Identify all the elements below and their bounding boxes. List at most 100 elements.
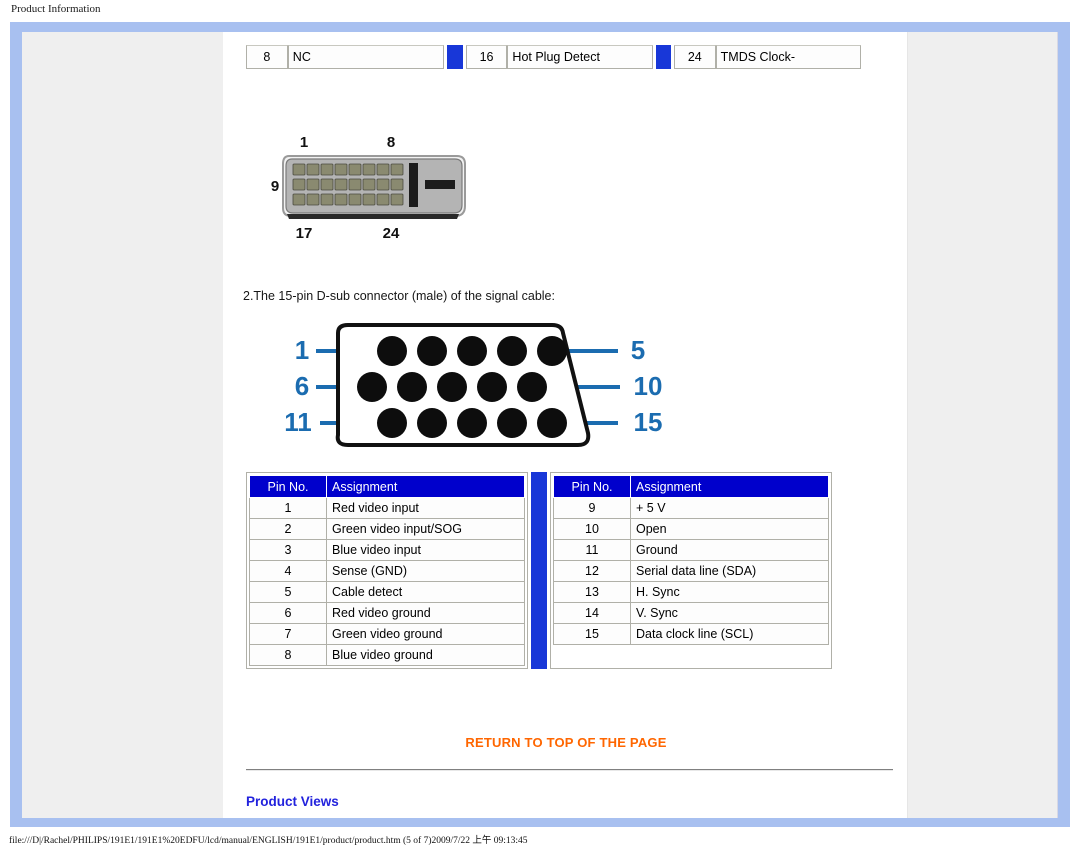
cell-pin-no: 2 — [249, 518, 327, 540]
section-divider — [246, 769, 893, 771]
pin-table-left-body: 1 Red video input 2 Green video input/SOG 3 B… — [249, 497, 525, 666]
section-heading-dsub: 2.The 15-pin D-sub connector (male) of t… — [243, 289, 555, 303]
cell-pin-no: 5 — [249, 581, 327, 603]
pin-table-right-wrapper: Pin No. Assignment 9 + 5 V 10 Open 11 Ground 1… — [550, 472, 832, 669]
cell-assignment: V. Sync — [630, 602, 829, 624]
table-row-empty — [553, 644, 829, 666]
dvi-pin-table-fragment: 8 NC 16 Hot Plug Detect 24 TMDS Clock- — [246, 45, 861, 69]
cell-pin-no: 15 — [553, 623, 631, 645]
cell-empty — [553, 644, 631, 666]
cell-assignment: Blue video ground — [326, 644, 525, 666]
cell-pin-no: 14 — [553, 602, 631, 624]
right-side-frame-inner — [908, 32, 1053, 818]
table-row: 12 Serial data line (SDA) — [553, 560, 829, 582]
cell-assignment: Open — [630, 518, 829, 540]
return-to-top-link[interactable]: RETURN TO TOP OF THE PAGE — [225, 735, 907, 750]
table-row: 10 Open — [553, 518, 829, 540]
cell-assignment: Green video ground — [326, 623, 525, 645]
dvi-pin-number: 16 — [465, 45, 508, 69]
dvi-pin-assignment: NC — [287, 45, 445, 69]
dvi-pin-assignment: Hot Plug Detect — [507, 45, 653, 69]
table-row: 11 Ground — [553, 539, 829, 561]
cell-pin-no: 6 — [249, 602, 327, 624]
cell-assignment: Blue video input — [326, 539, 525, 561]
table-separator — [531, 472, 547, 669]
dvi-connector-diagram: 1 8 9 17 24 — [267, 128, 487, 243]
cell-assignment: Ground — [630, 539, 829, 561]
header-assignment: Assignment — [326, 475, 525, 498]
dsub-connector-diagram: 1 5 6 10 11 15 — [280, 315, 670, 460]
table-header-row: Pin No. Assignment — [249, 475, 525, 498]
pin-table-left: Pin No. Assignment 1 Red video input 2 Gree… — [249, 475, 525, 666]
header-pin-no: Pin No. — [249, 475, 327, 498]
table-row: 2 Green video input/SOG — [249, 518, 525, 540]
header-pin-no: Pin No. — [553, 475, 631, 498]
table-row: 1 Red video input — [249, 497, 525, 519]
pin-label-10: 10 — [634, 371, 663, 401]
browser-title-bar: Product Information — [0, 0, 1080, 20]
cell-empty — [630, 644, 829, 666]
table-row: 5 Cable detect — [249, 581, 525, 603]
cell-assignment: Red video input — [326, 497, 525, 519]
table-row: 8 NC 16 Hot Plug Detect 24 TMDS Clock- — [246, 45, 861, 69]
header-assignment: Assignment — [630, 475, 829, 498]
product-views-heading: Product Views — [246, 794, 339, 809]
pin-label-1: 1 — [300, 134, 308, 151]
table-header-row: Pin No. Assignment — [553, 475, 829, 498]
pin-label-15: 15 — [634, 407, 663, 437]
cell-pin-no: 4 — [249, 560, 327, 582]
pin-label-1: 1 — [295, 335, 309, 365]
pin-label-17: 17 — [296, 225, 313, 242]
cell-assignment: Cable detect — [326, 581, 525, 603]
cell-pin-no: 3 — [249, 539, 327, 561]
cell-pin-no: 1 — [249, 497, 327, 519]
pin-assignment-tables: Pin No. Assignment 1 Red video input 2 Gree… — [246, 472, 832, 669]
column-separator — [447, 45, 463, 69]
pin-tables-row: Pin No. Assignment 1 Red video input 2 Gree… — [246, 472, 832, 669]
table-row: 14 V. Sync — [553, 602, 829, 624]
cell-pin-no: 12 — [553, 560, 631, 582]
pin-label-24: 24 — [383, 225, 400, 242]
dvi-pin-number: 24 — [673, 45, 716, 69]
table-row: 9 + 5 V — [553, 497, 829, 519]
dvi-pin-assignment: TMDS Clock- — [715, 45, 861, 69]
main-content: 8 NC 16 Hot Plug Detect 24 TMDS Clock- 1… — [225, 32, 907, 818]
pin-label-11: 11 — [284, 407, 312, 437]
status-bar: file:///D|/Rachel/PHILIPS/191E1/191E1%20… — [0, 830, 1080, 848]
status-bar-path: file:///D|/Rachel/PHILIPS/191E1/191E1%20… — [9, 836, 528, 846]
table-row: 13 H. Sync — [553, 581, 829, 603]
cell-pin-no: 8 — [249, 644, 327, 666]
page-title: Product Information — [11, 3, 101, 15]
cell-assignment: Red video ground — [326, 602, 525, 624]
pin-label-6: 6 — [295, 371, 309, 401]
pin-label-5: 5 — [631, 335, 645, 365]
cell-pin-no: 7 — [249, 623, 327, 645]
dvi-pin-number: 8 — [246, 45, 288, 69]
cell-assignment: Sense (GND) — [326, 560, 525, 582]
table-row: 8 Blue video ground — [249, 644, 525, 666]
pin-table-left-wrapper: Pin No. Assignment 1 Red video input 2 Gree… — [246, 472, 528, 669]
cell-assignment: Serial data line (SDA) — [630, 560, 829, 582]
table-row: 4 Sense (GND) — [249, 560, 525, 582]
cell-assignment: Data clock line (SCL) — [630, 623, 829, 645]
document-frame: 8 NC 16 Hot Plug Detect 24 TMDS Clock- 1… — [10, 22, 1070, 827]
cell-assignment: + 5 V — [630, 497, 829, 519]
table-row: 6 Red video ground — [249, 602, 525, 624]
cell-assignment: Green video input/SOG — [326, 518, 525, 540]
table-row: 3 Blue video input — [249, 539, 525, 561]
pin-label-9: 9 — [271, 178, 279, 195]
table-row: 15 Data clock line (SCL) — [553, 623, 829, 645]
cell-assignment: H. Sync — [630, 581, 829, 603]
right-side-frame — [907, 32, 1058, 818]
document-inner: 8 NC 16 Hot Plug Detect 24 TMDS Clock- 1… — [22, 32, 1058, 818]
table-row: 7 Green video ground — [249, 623, 525, 645]
pin-label-8: 8 — [387, 134, 395, 151]
column-separator — [655, 45, 671, 69]
pin-table-right-body: 9 + 5 V 10 Open 11 Ground 12 Serial data line (… — [553, 497, 829, 666]
cell-pin-no: 9 — [553, 497, 631, 519]
cell-pin-no: 10 — [553, 518, 631, 540]
left-navigation-frame[interactable] — [22, 32, 224, 818]
cell-pin-no: 11 — [553, 539, 631, 561]
cell-pin-no: 13 — [553, 581, 631, 603]
pin-table-right: Pin No. Assignment 9 + 5 V 10 Open 11 Ground 1… — [553, 475, 829, 666]
